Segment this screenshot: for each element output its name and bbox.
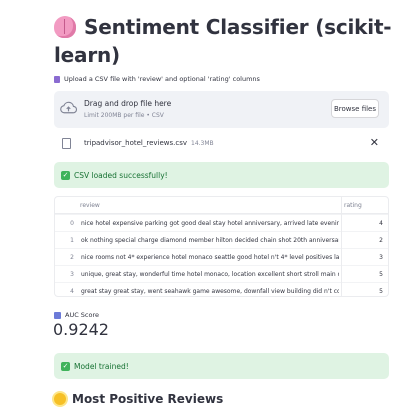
check-icon: ✓ bbox=[61, 170, 70, 180]
sun-icon bbox=[54, 393, 66, 405]
auc-score-value: 0.9242 bbox=[53, 320, 109, 339]
brain-icon bbox=[54, 16, 76, 38]
browse-files-button[interactable]: Browse files bbox=[331, 99, 379, 118]
column-divider[interactable] bbox=[341, 197, 342, 296]
review-cell[interactable]: nice rooms not 4* experience hotel monac… bbox=[81, 254, 339, 261]
metric-label: AUC Score bbox=[54, 311, 99, 319]
cloud-upload-icon bbox=[60, 101, 77, 114]
model-trained-text: Model trained! bbox=[74, 361, 129, 371]
column-header-rating[interactable]: rating bbox=[344, 202, 362, 209]
table-row[interactable]: 4 great stay great stay, went seahawk ga… bbox=[55, 282, 388, 296]
table-row[interactable]: 0 nice hotel expensive parking got good … bbox=[55, 214, 388, 231]
row-index: 3 bbox=[70, 271, 74, 278]
uploaded-file-size: 14.3MB bbox=[191, 140, 214, 147]
check-icon: ✓ bbox=[61, 361, 70, 371]
column-header-review[interactable]: review bbox=[80, 202, 100, 209]
model-trained-alert: ✓ Model trained! bbox=[54, 353, 389, 379]
dropzone-title: Drag and drop file here bbox=[84, 99, 172, 108]
rating-cell[interactable]: 3 bbox=[379, 254, 383, 261]
uploaded-file-name: tripadvisor_hotel_reviews.csv bbox=[84, 139, 188, 147]
row-index: 1 bbox=[70, 237, 74, 244]
csv-loaded-alert: ✓ CSV loaded successfully! bbox=[54, 162, 389, 188]
rating-cell[interactable]: 4 bbox=[379, 220, 383, 227]
reviews-dataframe[interactable]: review rating 0 nice hotel expensive par… bbox=[54, 196, 389, 297]
review-cell[interactable]: ok nothing special charge diamond member… bbox=[81, 237, 339, 244]
row-index: 0 bbox=[70, 220, 74, 227]
page-title: Sentiment Classifier (scikit-learn) bbox=[54, 13, 394, 69]
page-title-text: Sentiment Classifier (scikit-learn) bbox=[54, 15, 392, 67]
chart-icon bbox=[54, 311, 61, 319]
uploader-label-text: Upload a CSV file with 'review' and opti… bbox=[64, 75, 260, 83]
row-index: 2 bbox=[70, 254, 74, 261]
section-heading-text: Most Positive Reviews bbox=[72, 392, 224, 406]
uploaded-file-row: tripadvisor_hotel_reviews.csv 14.3MB ✕ bbox=[54, 135, 389, 153]
review-cell[interactable]: nice hotel expensive parking got good de… bbox=[81, 220, 339, 227]
section-heading: Most Positive Reviews bbox=[54, 392, 223, 406]
file-icon bbox=[62, 138, 71, 149]
rating-cell[interactable]: 5 bbox=[379, 288, 383, 295]
metric-label-text: AUC Score bbox=[65, 311, 100, 319]
table-row[interactable]: 2 nice rooms not 4* experience hotel mon… bbox=[55, 248, 388, 265]
uploader-label: Upload a CSV file with 'review' and opti… bbox=[54, 75, 260, 83]
file-dropzone[interactable]: Drag and drop file here Limit 200MB per … bbox=[54, 91, 389, 128]
dropzone-limit-text: Limit 200MB per file • CSV bbox=[84, 112, 164, 119]
upload-folder-icon bbox=[54, 75, 60, 83]
table-header: review rating bbox=[55, 197, 388, 214]
rating-cell[interactable]: 2 bbox=[379, 237, 383, 244]
csv-loaded-text: CSV loaded successfully! bbox=[74, 170, 168, 180]
review-cell[interactable]: great stay great stay, went seahawk game… bbox=[81, 288, 339, 295]
table-row[interactable]: 1 ok nothing special charge diamond memb… bbox=[55, 231, 388, 248]
table-row[interactable]: 3 unique, great stay, wonderful time hot… bbox=[55, 265, 388, 282]
review-cell[interactable]: unique, great stay, wonderful time hotel… bbox=[81, 271, 339, 278]
row-index: 4 bbox=[70, 288, 74, 295]
uploaded-file: tripadvisor_hotel_reviews.csv 14.3MB bbox=[84, 139, 214, 147]
remove-file-button[interactable]: ✕ bbox=[370, 136, 379, 150]
rating-cell[interactable]: 5 bbox=[379, 271, 383, 278]
